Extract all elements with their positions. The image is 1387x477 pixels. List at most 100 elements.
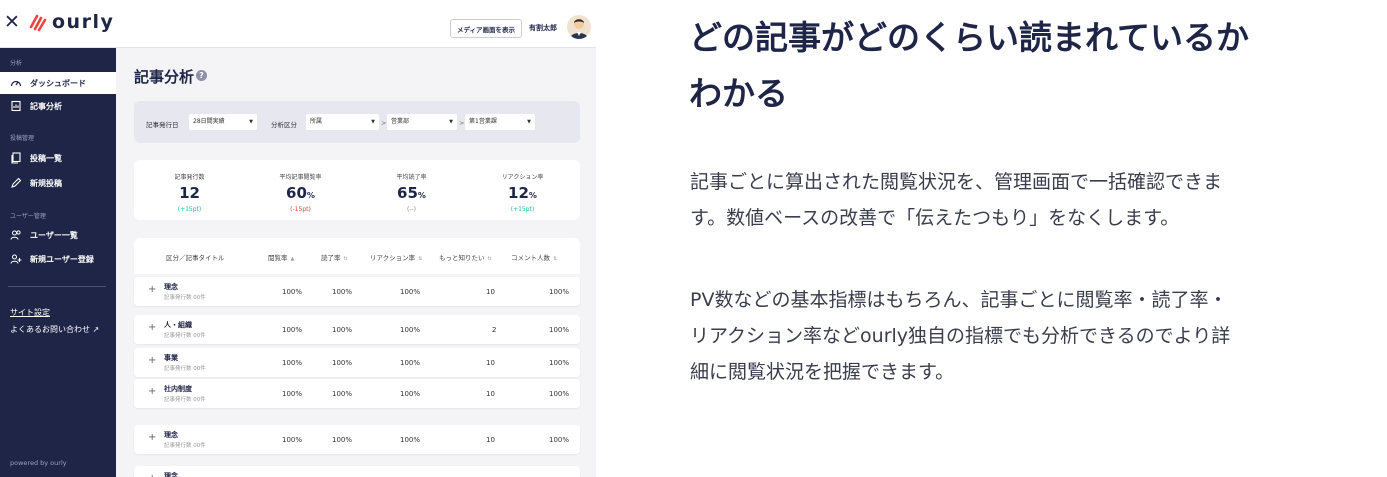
site-settings-link[interactable]: サイト設定 [10,307,50,318]
cell-view-rate: 100% [282,359,303,367]
paragraph-line: 記事ごとに算出された閲覧状況を、管理画面で一括確認できま [690,171,1223,193]
expand-icon[interactable]: + [148,355,156,366]
description-paragraph-1: 記事ごとに算出された閲覧状況を、管理画面で一括確認できま す。数値ベースの改善で… [690,164,1380,236]
paragraph-line: す。数値ベースの改善で「伝えたつもり」をなくします。 [690,207,1180,229]
cell-reaction-rate: 100% [400,288,421,296]
kpi-delta: (-15pt) [290,206,311,213]
ourly-logo[interactable]: ourly [28,11,114,33]
section-value: 第1営業課 [469,118,497,125]
row-title: 理念 [164,283,178,291]
category-filter-label: 分析区分 [271,121,297,129]
expand-icon[interactable]: + [148,432,156,443]
row-title: 事業 [164,354,178,362]
column-header-want-more[interactable]: もっと知りたい ⇅ [439,252,492,262]
breadcrumb-separator: > [459,119,465,127]
table-header: 区分／記事タイトル 閲覧率 ▲ 読了率 ⇅ リアクション率 ⇅ もっと知りたい ⇅ コメ… [134,238,580,274]
department-select[interactable]: 営業部 ▼ [387,114,457,130]
cell-read-rate: 100% [332,326,353,334]
logo-text: ourly [52,11,115,33]
date-range-select[interactable]: 28日間実績 ▼ [189,114,257,130]
row-title: 理念 [164,431,178,439]
cell-reaction-rate: 100% [400,359,421,367]
row-subtitle: 記事発行数 00件 [164,295,206,301]
product-screenshot: ✕ ourly 分析 ダッシュボード 記事分析 投稿管理 投稿一覧 新規投稿 ユ… [0,0,596,477]
sidebar: ✕ ourly 分析 ダッシュボード 記事分析 投稿管理 投稿一覧 新規投稿 ユ… [0,0,116,477]
external-link-icon: ↗ [92,325,100,334]
document-chart-icon [10,100,22,112]
cell-want-more: 10 [486,359,495,367]
view-media-button[interactable]: メディア画面を表示 [450,19,522,38]
page-title: 記事分析 [134,68,195,86]
column-header-read-rate[interactable]: 読了率 ⇅ [321,252,348,262]
breadcrumb-separator: > [381,119,387,127]
powered-by: powered by ourly [10,459,67,467]
category-select[interactable]: 所属 ▼ [306,114,379,130]
kpi-delta: (+15pt) [177,206,202,213]
kpi-value: 12 [179,184,200,202]
row-title: 理念 [164,472,178,477]
column-header-view-rate[interactable]: 閲覧率 ▲ [268,252,294,262]
cell-comments: 100% [549,326,570,334]
close-icon[interactable]: ✕ [4,12,22,32]
paragraph-line: PV数などの基本指標はもちろん、記事ごとに閲覧率・読了率・ [690,289,1228,311]
sidebar-item-post-list[interactable]: 投稿一覧 [0,147,116,169]
expand-icon[interactable]: + [148,473,156,477]
section-label-analysis: 分析 [10,60,23,67]
sort-icon: ⇅ [343,256,348,262]
table-row[interactable]: + 事業 記事発行数 00件 100% 100% 100% 10 100% [134,348,580,377]
table-row[interactable]: + 理念 記事発行数 00件 100% 100% 100% 10 100% [134,425,580,454]
cell-reaction-rate: 100% [400,436,421,444]
row-subtitle: 記事発行数 00件 [164,366,206,372]
kpi-avg-view-rate: 平均記事閲覧率 60% (-15pt) [245,160,356,220]
avatar[interactable] [567,15,591,39]
column-header-reaction-rate[interactable]: リアクション率 ⇅ [370,252,422,262]
help-icon[interactable]: ? [196,70,207,81]
cell-comments: 100% [549,390,570,398]
cell-view-rate: 100% [282,288,303,296]
cell-want-more: 10 [486,436,495,444]
filter-panel: 記事発行日 28日間実績 ▼ 分析区分 所属 ▼ > 営業部 ▼ > 第1営業課 ▼ [134,101,580,143]
sidebar-item-new-post[interactable]: 新規投稿 [0,172,116,194]
department-value: 営業部 [391,118,410,125]
sidebar-item-label: ダッシュボード [30,78,86,88]
chevron-down-icon: ▼ [249,119,253,125]
avatar-person-icon [570,19,588,39]
table-row[interactable]: + 社内制度 記事発行数 00件 100% 100% 100% 10 100% [134,379,580,408]
expand-icon[interactable]: + [148,322,156,333]
table-row[interactable]: + 理念 [134,466,580,477]
section-select[interactable]: 第1営業課 ▼ [465,114,535,130]
headline: どの記事がどのくらい読まれているか わかる [689,10,1369,122]
sidebar-item-article-analysis[interactable]: 記事分析 [0,95,116,117]
row-title: 社内制度 [164,385,192,393]
sidebar-item-dashboard[interactable]: ダッシュボード [0,72,116,94]
kpi-delta: (--) [406,206,416,213]
kpi-label: リアクション率 [501,174,544,181]
cell-read-rate: 100% [332,390,353,398]
table-row[interactable]: + 理念 記事発行数 00件 100% 100% 100% 10 100% [134,277,580,306]
kpi-articles-published: 記事発行数 12 (+15pt) [134,160,245,220]
top-bar: メディア画面を表示 有割太郎 [116,0,596,48]
faq-link[interactable]: よくあるお問い合わせ ↗ [10,324,99,335]
logo-mark-icon [29,14,47,32]
cell-view-rate: 100% [282,326,303,334]
sidebar-header: ✕ ourly [0,0,116,48]
sidebar-item-label: ユーザー一覧 [30,230,78,240]
username[interactable]: 有割太郎 [529,23,557,33]
section-label-users: ユーザー管理 [10,213,46,220]
cell-want-more: 2 [492,326,497,334]
documents-icon [10,152,22,164]
expand-icon[interactable]: + [148,284,156,295]
kpi-delta: (+15pt) [510,206,535,213]
expand-icon[interactable]: + [148,386,156,397]
sidebar-item-label: 新規ユーザー登録 [30,254,94,264]
date-range-value: 28日間実績 [193,118,225,125]
section-label-posts: 投稿管理 [10,135,35,142]
sidebar-item-label: 新規投稿 [30,178,62,188]
row-title: 人・組織 [164,321,192,329]
sidebar-item-user-list[interactable]: ユーザー一覧 [0,224,116,246]
table-row[interactable]: + 人・組織 記事発行数 00件 100% 100% 100% 2 100% [134,315,580,344]
sidebar-item-new-user[interactable]: 新規ユーザー登録 [0,248,116,270]
dashboard-gauge-icon [10,77,22,89]
column-header-comments[interactable]: コメント人数 ⇅ [511,252,557,262]
cell-comments: 100% [549,359,570,367]
